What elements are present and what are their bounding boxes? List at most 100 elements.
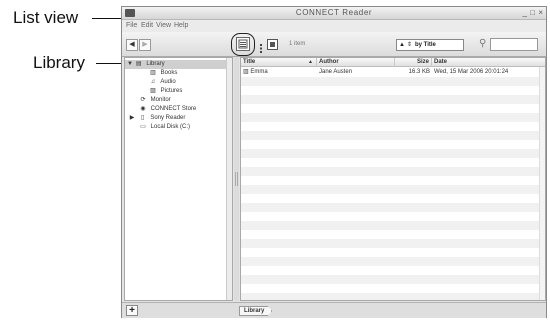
status-bar: + Library [122,302,546,318]
menu-file[interactable]: File [126,22,137,29]
sidebar-item-connect-store[interactable]: ◉ CONNECT Store [125,105,196,114]
sort-label: by Title [415,42,436,48]
empty-row [241,284,545,293]
maximize-icon[interactable]: □ [530,8,535,18]
book-icon: ▥ [150,70,156,76]
empty-row [241,185,545,194]
empty-row [241,113,545,122]
search-icon: ⚲ [479,38,487,49]
list-view-callout: List view [13,8,79,27]
list-view-highlight [231,33,255,56]
sidebar-item-label: Books [160,70,178,76]
column-header-author[interactable]: Author [317,58,395,67]
source-tree: ▼ ▤ Library ▥ Books ♫ Audio ▨ Pictures ⟳… [124,57,233,301]
empty-row [241,77,545,86]
empty-row [241,122,545,131]
expand-arrow-icon[interactable]: ▶ [129,114,135,123]
toolbar: ◀ ▶ 1 item ▲ ⇕ by Title ⚲ [122,32,546,57]
cell-size: 16.3 KB [408,69,430,75]
sidebar-item-label: Pictures [160,88,183,94]
splitter-grip-icon [235,172,238,186]
sidebar-item-label: Audio [160,79,176,85]
sort-asc-icon: ▲ [308,59,313,65]
store-icon: ◉ [140,106,146,112]
empty-row [241,131,545,140]
empty-row [241,230,545,239]
item-count: 1 item [289,41,306,47]
empty-row [241,95,545,104]
list-header: Title ▲ Author Size Date [241,58,545,67]
sidebar-item-pictures[interactable]: ▨ Pictures [125,87,182,96]
forward-button[interactable]: ▶ [139,39,151,51]
detail-view-button[interactable] [258,40,264,53]
pane-splitter[interactable] [234,57,239,301]
sidebar-item-label: Library [146,61,165,67]
empty-row [241,194,545,203]
sort-stepper-icon[interactable]: ⇕ [407,40,412,50]
list-scrollbar[interactable] [539,67,545,300]
sidebar-item-label: Monitor [150,97,171,103]
sidebar-item-audio[interactable]: ♫ Audio [125,78,176,87]
empty-row [241,239,545,248]
expand-arrow-icon[interactable]: ▼ [127,60,133,69]
device-icon: ▯ [141,115,145,121]
empty-row [241,167,545,176]
sync-icon: ⟳ [140,97,146,103]
sidebar-item-label: CONNECT Store [150,106,197,112]
empty-row [241,104,545,113]
connect-reader-window: CONNECT Reader _ □ × File Edit View Help… [121,6,547,318]
table-row[interactable]: ▥ Emma Jane Austen 16.3 KB Wed, 15 Mar 2… [241,68,545,77]
menu-help[interactable]: Help [174,22,188,29]
sidebar-scrollbar[interactable] [226,58,232,300]
empty-row [241,257,545,266]
library-icon: ▤ [135,61,142,67]
breadcrumb[interactable]: Library [239,306,273,316]
window-title: CONNECT Reader [295,8,373,17]
detail-view-icon [260,44,262,53]
sidebar-item-local-disk[interactable]: ▭ Local Disk (C:) [125,123,190,132]
empty-row [241,248,545,257]
disk-icon: ▭ [140,124,146,130]
item-list: Title ▲ Author Size Date ▥ Emma Jane Aus… [240,57,546,301]
empty-row [241,221,545,230]
empty-row [241,86,545,95]
book-icon: ▥ [243,69,249,75]
close-icon[interactable]: × [538,8,543,18]
sidebar-item-books[interactable]: ▥ Books [125,69,177,78]
cell-date: Wed, 15 Mar 2006 20:01:24 [434,69,509,75]
cell-author: Jane Austen [319,69,353,75]
menu-view[interactable]: View [156,22,171,29]
music-note-icon: ♫ [150,79,156,85]
empty-row [241,140,545,149]
sidebar-item-sony-reader[interactable]: ▶ ▯ Sony Reader [125,114,186,123]
thumbnail-view-button[interactable] [267,39,278,50]
picture-icon: ▨ [150,88,156,94]
sidebar-item-library[interactable]: ▼ ▤ Library [125,60,226,69]
empty-row [241,176,545,185]
minimize-icon[interactable]: _ [523,8,527,18]
empty-row [241,212,545,221]
back-button[interactable]: ◀ [126,39,138,51]
column-header-date[interactable]: Date [432,58,545,67]
sort-direction-icon[interactable]: ▲ [399,40,405,50]
sidebar-item-label: Local Disk (C:) [150,124,191,130]
empty-row [241,275,545,284]
title-bar: CONNECT Reader _ □ × [122,7,546,20]
cell-title: ▥ Emma [243,69,268,75]
sort-dropdown[interactable]: ▲ ⇕ by Title [396,39,464,51]
thumbnail-view-icon [270,42,275,47]
library-callout: Library [33,53,85,72]
library-leader [96,63,124,64]
add-button[interactable]: + [126,305,138,316]
sidebar-item-label: Sony Reader [150,115,186,121]
empty-row [241,149,545,158]
sidebar-item-monitor[interactable]: ⟳ Monitor [125,96,171,105]
column-header-size[interactable]: Size [395,58,432,67]
menu-edit[interactable]: Edit [141,22,153,29]
empty-row [241,203,545,212]
column-header-title[interactable]: Title ▲ [241,58,317,67]
menu-bar: File Edit View Help [122,20,546,32]
search-input[interactable] [490,38,538,51]
empty-row [241,293,545,300]
empty-row [241,158,545,167]
